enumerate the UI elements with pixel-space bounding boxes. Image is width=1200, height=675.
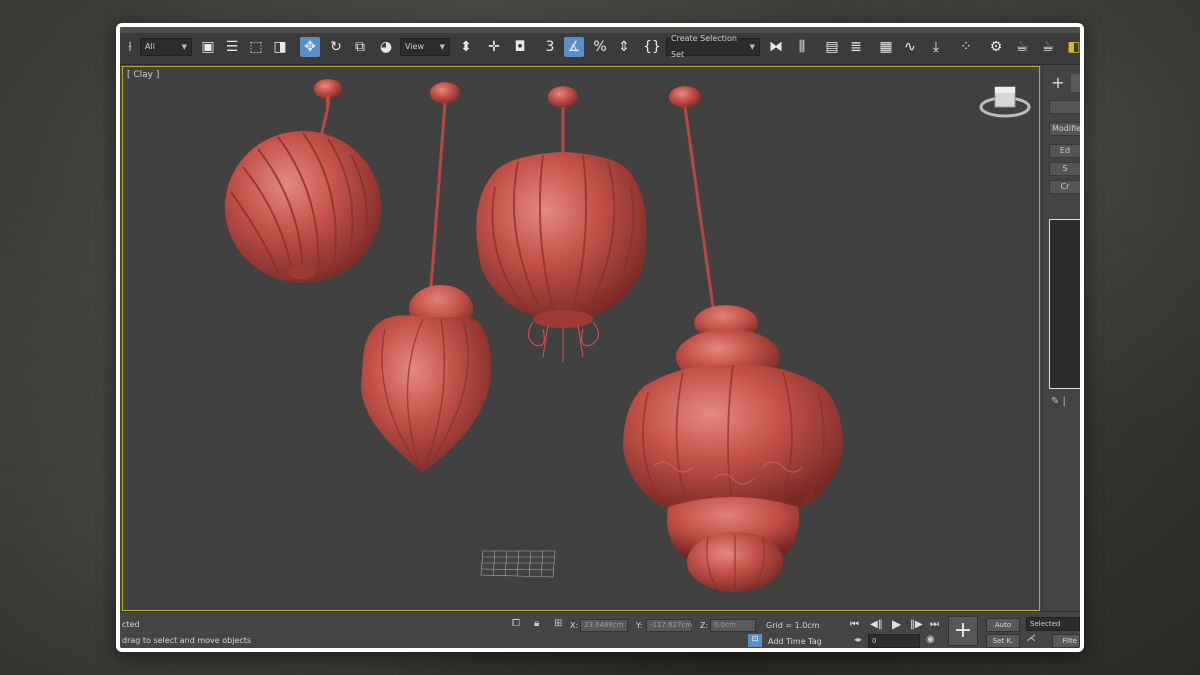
render-frame-icon[interactable]: ☕: [1012, 37, 1032, 57]
menu-strip: [120, 27, 1080, 33]
keyboard-shortcut-icon[interactable]: ◘: [510, 37, 530, 57]
percent-snap-icon[interactable]: %: [590, 37, 610, 57]
edit-named-selection-icon[interactable]: {}: [642, 37, 662, 57]
y-coord-field[interactable]: -117.627cm: [646, 619, 692, 632]
pivot-icon[interactable]: ⬍: [456, 37, 476, 57]
viewport-scene: [225, 79, 1031, 592]
perspective-viewport[interactable]: [ Clay ]: [122, 66, 1040, 611]
snaps-3d-icon[interactable]: 3: [540, 37, 560, 57]
curve-editor-icon[interactable]: ∿: [900, 37, 920, 57]
previous-frame-icon[interactable]: ◀‖: [870, 619, 883, 630]
edit-button[interactable]: Ed: [1049, 144, 1080, 158]
reference-coord-dropdown[interactable]: View ▼: [400, 38, 450, 56]
lantern-tiered[interactable]: [623, 86, 843, 592]
select-object-icon[interactable]: ▣: [198, 37, 218, 57]
z-coord-field[interactable]: 0.0cm: [710, 619, 756, 632]
go-to-start-icon[interactable]: ⏮: [850, 619, 859, 630]
modifier-list-dropdown[interactable]: Modifier: [1049, 122, 1080, 136]
current-frame-field[interactable]: 0: [868, 634, 920, 648]
viewcube[interactable]: [979, 86, 1031, 118]
select-manipulate-icon[interactable]: ◕: [376, 37, 396, 57]
set-key-plus-button[interactable]: +: [948, 616, 978, 646]
absolute-mode-icon[interactable]: ⊞: [554, 618, 562, 629]
key-filter-dropdown[interactable]: Selected: [1026, 617, 1080, 631]
align-icon[interactable]: ⫼: [792, 37, 812, 57]
auto-key-button[interactable]: Auto: [986, 618, 1020, 632]
screenshot-frame: ⟊ All ▼ ▣ ☰ ⬚ ◨ ✥ ↻ ⧉ ◕ View ▼ ⬍ ✛ ◘ 3 ∡ %…: [116, 23, 1084, 652]
add-time-tag-button[interactable]: Add Time Tag: [768, 637, 822, 646]
time-config-icon[interactable]: ◂▸: [854, 635, 862, 644]
key-tangent-icon[interactable]: ⋌: [1026, 633, 1036, 644]
key-mode-icon[interactable]: ◉: [926, 634, 935, 645]
render-icon[interactable]: ☕: [1038, 37, 1058, 57]
lantern-ribbed-sphere[interactable]: [225, 79, 381, 283]
spinner-snap-icon[interactable]: ⇕: [614, 37, 634, 57]
select-by-name-icon[interactable]: ☰: [222, 37, 242, 57]
status-bar: cted drag to select and move objects ⧠ 🔒…: [120, 611, 1080, 648]
modifier-stack-list[interactable]: [1049, 219, 1080, 389]
next-frame-icon[interactable]: ‖▶: [910, 619, 923, 630]
grid-helper: [480, 550, 556, 578]
layer-explorer-icon[interactable]: ≣: [846, 37, 866, 57]
lock-selection-icon[interactable]: 🔒︎: [534, 618, 539, 629]
grid-size-text: Grid = 1.0cm: [766, 621, 820, 630]
cr-button[interactable]: Cr: [1049, 180, 1080, 194]
mirror-icon[interactable]: ⧓: [766, 37, 786, 57]
lantern-teardrop[interactable]: [361, 82, 492, 473]
window-crossing-icon[interactable]: ◨: [270, 37, 290, 57]
selection-filter-value: All: [145, 42, 155, 51]
render-setup-icon[interactable]: ⚙: [986, 37, 1006, 57]
set-key-button[interactable]: Set K.: [986, 634, 1020, 648]
play-icon[interactable]: ▶: [892, 617, 901, 631]
pin-stack-icon[interactable]: ✎ |: [1051, 396, 1066, 407]
ribbon-icon[interactable]: ▦: [876, 37, 896, 57]
selection-filter-dropdown[interactable]: All ▼: [140, 38, 192, 56]
prompt-text: drag to select and move objects: [122, 636, 252, 645]
schematic-icon[interactable]: ⤓: [926, 37, 946, 57]
angle-snap-icon[interactable]: ∡: [564, 37, 584, 57]
y-label: Y:: [636, 621, 643, 630]
x-label: X:: [570, 621, 579, 630]
named-selection-dropdown[interactable]: Create Selection Set ▼: [666, 34, 760, 59]
modify-tab[interactable]: [1071, 74, 1080, 92]
time-tag-icon[interactable]: ⊡: [748, 634, 762, 647]
main-toolbar: ⟊ All ▼ ▣ ☰ ⬚ ◨ ✥ ↻ ⧉ ◕ View ▼ ⬍ ✛ ◘ 3 ∡ %…: [120, 27, 1080, 65]
select-link-icon[interactable]: ✛: [484, 37, 504, 57]
isolate-icon[interactable]: ⧠: [512, 618, 520, 629]
key-filters-button[interactable]: Filte: [1052, 634, 1080, 648]
rotate-icon[interactable]: ↻: [326, 37, 346, 57]
selection-count-text: cted: [122, 620, 140, 629]
move-icon[interactable]: ✥: [300, 37, 320, 57]
chevron-down-icon: ▼: [439, 43, 445, 51]
hub-icon[interactable]: ◧: [1064, 37, 1080, 57]
3d-app-window: ⟊ All ▼ ▣ ☰ ⬚ ◨ ✥ ↻ ⧉ ◕ View ▼ ⬍ ✛ ◘ 3 ∡ %…: [120, 27, 1080, 648]
z-label: Z:: [700, 621, 709, 630]
reference-coord-value: View: [405, 42, 424, 51]
object-name-field[interactable]: [1049, 100, 1080, 114]
create-tab-icon[interactable]: +: [1049, 74, 1067, 92]
material-editor-icon[interactable]: ⁘: [956, 37, 976, 57]
chevron-down-icon: ▼: [181, 43, 187, 51]
named-selection-value: Create Selection Set: [671, 34, 737, 59]
scale-icon[interactable]: ⧉: [350, 37, 370, 57]
s-button[interactable]: S: [1049, 162, 1080, 176]
scene-explorer-icon[interactable]: ▤: [822, 37, 842, 57]
rect-region-icon[interactable]: ⬚: [246, 37, 266, 57]
lantern-fluted-bulb[interactable]: [476, 86, 647, 362]
command-panel: + Modifier Ed S Cr ✎ |: [1042, 66, 1080, 611]
snap-icon[interactable]: ⟊: [120, 37, 140, 57]
x-coord-field[interactable]: 23.6488cm: [580, 619, 628, 632]
go-to-end-icon[interactable]: ⏭: [930, 619, 939, 630]
chevron-down-icon: ▼: [749, 43, 755, 51]
